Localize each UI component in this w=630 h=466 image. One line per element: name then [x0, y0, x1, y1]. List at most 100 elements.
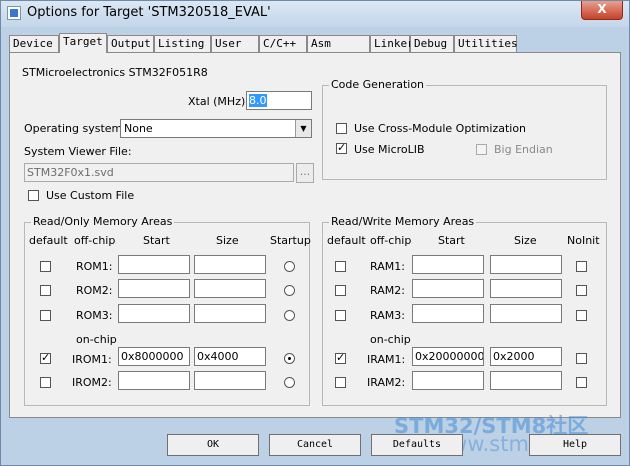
- tab-user[interactable]: User: [211, 35, 259, 52]
- use-custom-file-label: Use Custom File: [46, 189, 135, 202]
- tab-linker[interactable]: Linker: [370, 35, 414, 52]
- ram-header-offchip: off-chip: [370, 234, 412, 247]
- use-custom-file-checkbox[interactable]: [28, 190, 39, 201]
- options-dialog: Options for Target 'STM320518_EVAL' X De…: [0, 0, 630, 466]
- tab-debug[interactable]: Debug: [410, 35, 454, 52]
- chevron-down-icon[interactable]: ▼: [295, 120, 311, 137]
- ram3-noinit-checkbox[interactable]: [576, 310, 587, 321]
- rom-header-startup: Startup: [270, 234, 311, 247]
- iram1-size-input[interactable]: 0x2000: [490, 347, 562, 366]
- os-select[interactable]: None ▼: [120, 119, 312, 138]
- ok-button[interactable]: OK: [167, 434, 259, 456]
- iram1-noinit-checkbox[interactable]: [576, 353, 587, 364]
- svf-input[interactable]: STM32F0x1.svd: [24, 163, 294, 182]
- ram2-size-input[interactable]: [490, 279, 562, 298]
- rom-group-title: Read/Only Memory Areas: [31, 215, 175, 228]
- ram2-default-checkbox[interactable]: [335, 285, 346, 296]
- os-value: None: [124, 122, 153, 135]
- irom1-start-input[interactable]: 0x8000000: [118, 347, 190, 366]
- rom-header-offchip: off-chip: [74, 234, 116, 247]
- ram-header-start: Start: [438, 234, 465, 247]
- tab-listing[interactable]: Listing: [154, 35, 211, 52]
- target-panel: STMicroelectronics STM32F051R8 Xtal (MHz…: [9, 52, 621, 418]
- os-label: Operating system:: [24, 122, 126, 135]
- xtal-label: Xtal (MHz):: [188, 95, 249, 108]
- rom2-size-input[interactable]: [194, 279, 266, 298]
- svf-browse-button[interactable]: ...: [296, 163, 314, 183]
- cancel-button[interactable]: Cancel: [269, 434, 361, 456]
- ram-onchip-label: on-chip: [370, 333, 411, 346]
- ram2-noinit-checkbox[interactable]: [576, 285, 587, 296]
- rom2-default-checkbox[interactable]: [40, 285, 51, 296]
- iram1-default-checkbox[interactable]: ✓: [335, 351, 346, 364]
- tab-cpp[interactable]: C/C++: [259, 35, 307, 52]
- ram-header-noinit: NoInit: [567, 234, 600, 247]
- rom1-startup-radio[interactable]: [284, 261, 295, 272]
- irom2-default-checkbox[interactable]: [40, 377, 51, 388]
- iram2-start-input[interactable]: [412, 371, 484, 390]
- rom3-default-checkbox[interactable]: [40, 310, 51, 321]
- device-name: STMicroelectronics STM32F051R8: [22, 66, 208, 79]
- rom2-start-input[interactable]: [118, 279, 190, 298]
- microlib-checkbox[interactable]: ✓: [336, 141, 347, 154]
- irom2-label: IROM2:: [72, 376, 112, 389]
- ram1-noinit-checkbox[interactable]: [576, 261, 587, 272]
- tab-utilities[interactable]: Utilities: [454, 35, 518, 52]
- ram3-label: RAM3:: [370, 309, 405, 322]
- rom3-size-input[interactable]: [194, 304, 266, 323]
- ram1-size-input[interactable]: [490, 255, 562, 274]
- ram2-label: RAM2:: [370, 284, 405, 297]
- cross-module-label: Use Cross-Module Optimization: [354, 122, 527, 135]
- rom-onchip-label: on-chip: [76, 333, 117, 346]
- iram1-start-input[interactable]: 0x20000000: [412, 347, 484, 366]
- iram2-label: IRAM2:: [367, 376, 406, 389]
- tab-asm[interactable]: Asm: [307, 35, 370, 52]
- ram-header-default: default: [327, 234, 366, 247]
- big-endian-checkbox[interactable]: [476, 144, 487, 155]
- app-icon: [7, 6, 21, 20]
- irom2-start-input[interactable]: [118, 371, 190, 390]
- iram2-default-checkbox[interactable]: [335, 377, 346, 388]
- rom-header-size: Size: [216, 234, 239, 247]
- rom3-startup-radio[interactable]: [284, 310, 295, 321]
- big-endian-label: Big Endian: [494, 143, 553, 156]
- irom1-default-checkbox[interactable]: ✓: [40, 351, 51, 364]
- rom3-start-input[interactable]: [118, 304, 190, 323]
- checkmark-icon: ✓: [337, 141, 347, 154]
- title-bar: Options for Target 'STM320518_EVAL' X: [1, 1, 629, 27]
- tab-target[interactable]: Target: [59, 33, 107, 53]
- ram2-start-input[interactable]: [412, 279, 484, 298]
- window-title: Options for Target 'STM320518_EVAL': [27, 5, 271, 20]
- ram1-start-input[interactable]: [412, 255, 484, 274]
- rom1-size-input[interactable]: [194, 255, 266, 274]
- ram3-start-input[interactable]: [412, 304, 484, 323]
- rom1-start-input[interactable]: [118, 255, 190, 274]
- iram2-noinit-checkbox[interactable]: [576, 377, 587, 388]
- irom2-size-input[interactable]: [194, 371, 266, 390]
- help-button[interactable]: Help: [529, 434, 621, 456]
- rom2-startup-radio[interactable]: [284, 285, 295, 296]
- xtal-input[interactable]: 8.0: [246, 91, 312, 110]
- ram3-size-input[interactable]: [490, 304, 562, 323]
- defaults-button[interactable]: Defaults: [371, 434, 463, 456]
- rom-header-start: Start: [143, 234, 170, 247]
- ram3-default-checkbox[interactable]: [335, 310, 346, 321]
- rom-header-default: default: [29, 234, 68, 247]
- irom1-startup-radio[interactable]: [284, 353, 295, 364]
- svf-label: System Viewer File:: [24, 145, 132, 158]
- close-button[interactable]: X: [581, 1, 623, 20]
- code-generation-title: Code Generation: [329, 78, 427, 91]
- rom3-label: ROM3:: [76, 309, 113, 322]
- ram1-default-checkbox[interactable]: [335, 261, 346, 272]
- rom1-default-checkbox[interactable]: [40, 261, 51, 272]
- checkmark-icon: ✓: [336, 351, 346, 364]
- irom1-size-input[interactable]: 0x4000: [194, 347, 266, 366]
- rom2-label: ROM2:: [76, 284, 113, 297]
- tab-output[interactable]: Output: [107, 35, 154, 52]
- microlib-label: Use MicroLIB: [354, 143, 425, 156]
- tab-device[interactable]: Device: [9, 35, 59, 52]
- ram1-label: RAM1:: [370, 260, 405, 273]
- cross-module-checkbox[interactable]: [336, 123, 347, 134]
- iram2-size-input[interactable]: [490, 371, 562, 390]
- irom2-startup-radio[interactable]: [284, 377, 295, 388]
